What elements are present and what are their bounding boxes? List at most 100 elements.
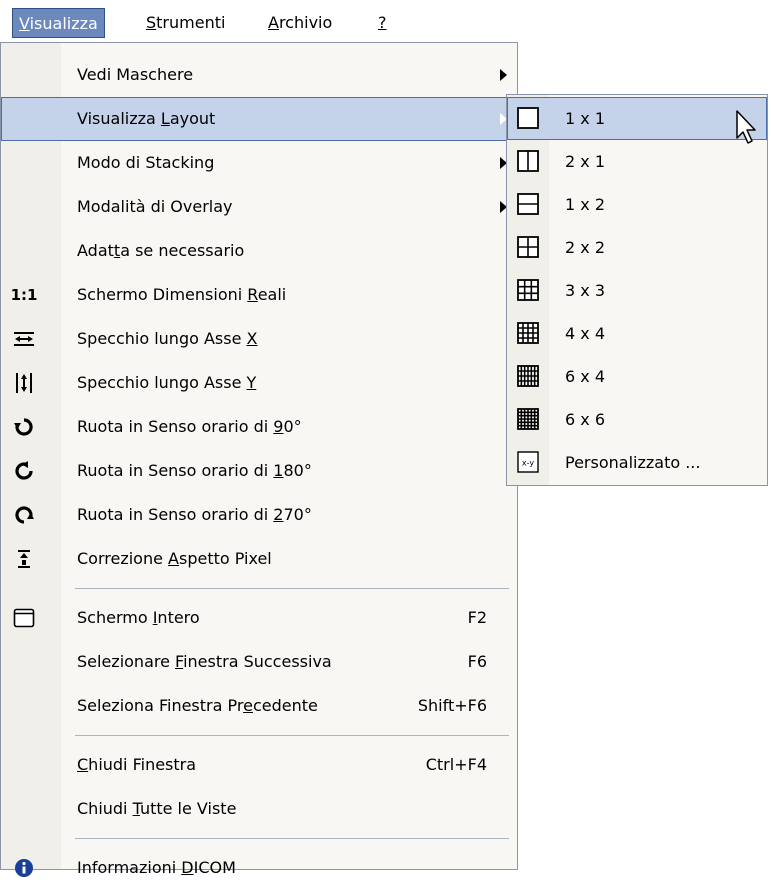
- menu-item-8[interactable]: Ruota in Senso orario di 90°: [1, 405, 517, 449]
- menu-separator: [75, 735, 509, 736]
- layout-6x4-icon: [517, 365, 539, 387]
- menu-item-20[interactable]: Informazioni DICOM: [1, 846, 517, 890]
- menubar-access-key: S: [146, 13, 157, 32]
- rotate-90-icon: [13, 417, 35, 437]
- menubar-item-2[interactable]: Archivio: [262, 8, 338, 38]
- menu-item-shortcut: Ctrl+F4: [425, 755, 487, 774]
- menu-item-label-access-key: X: [246, 329, 258, 348]
- menu-item-label: Modalità di Overlay: [77, 197, 233, 216]
- actual-size-icon: 1:1: [10, 286, 38, 304]
- menu-item-label-text: Ruota in Senso orario di: [77, 417, 274, 436]
- menu-item-label-access-key: F: [175, 652, 184, 671]
- menu-item-label-access-key: e: [243, 696, 253, 715]
- menu-item-label-text: Chiudi: [77, 799, 133, 818]
- menu-item-label: Seleziona Finestra Precedente: [77, 684, 318, 728]
- layout-option-label: Personalizzato ...: [565, 453, 701, 472]
- menu-item-17[interactable]: Chiudi Finestra Ctrl+F4: [1, 743, 517, 787]
- menu-item-label-access-key: C: [77, 755, 89, 774]
- menu-item-label: Selezionare Finestra Successiva: [77, 640, 332, 684]
- menu-item-4[interactable]: Adatta se necessario: [1, 229, 517, 273]
- layout-option-8[interactable]: x-y Personalizzato ...: [507, 441, 767, 484]
- layout-option-2[interactable]: 1 x 2: [507, 183, 767, 226]
- menubar-text-rest: rchivio: [278, 13, 333, 32]
- mirror-x-icon: [13, 329, 35, 349]
- menu-item-label-text-rest: ntero: [157, 608, 200, 627]
- menu-item-18[interactable]: Chiudi Tutte le Viste: [1, 787, 517, 831]
- menu-item-label-text: Seleziona Finestra Pr: [77, 696, 244, 715]
- menu-item-5[interactable]: 1:1 Schermo Dimensioni Reali: [1, 273, 517, 317]
- menu-item-1[interactable]: Visualizza Layout: [1, 97, 517, 141]
- menu-item-2[interactable]: Modo di Stacking: [1, 141, 517, 185]
- menubar-item-1[interactable]: Strumenti: [140, 8, 231, 38]
- menu-item-15[interactable]: Seleziona Finestra Precedente Shift+F6: [1, 684, 517, 728]
- layout-option-label: 6 x 4: [565, 367, 605, 386]
- menu-item-label: Ruota in Senso orario di 180°: [77, 449, 312, 493]
- menu-item-label-text-rest: inestra Successiva: [183, 652, 332, 671]
- menu-item-14[interactable]: Selezionare Finestra Successiva F6: [1, 640, 517, 684]
- rotate-180-icon: [13, 461, 35, 481]
- menu-item-11[interactable]: Correzione Aspetto Pixel: [1, 537, 517, 581]
- layout-3x3-icon: [517, 279, 539, 301]
- menu-separator: [75, 588, 509, 589]
- menu-item-label-text-rest: a se necessario: [120, 241, 245, 260]
- menu-item-label-text: Specchio lungo Asse: [77, 329, 247, 348]
- menu-item-label: Vedi Maschere: [77, 65, 194, 84]
- menu-item-7[interactable]: Specchio lungo Asse Y: [1, 361, 517, 405]
- menu-item-label-text: Informazioni: [77, 858, 182, 877]
- layout-option-3[interactable]: 2 x 2: [507, 226, 767, 269]
- menu-item-label-text-rest: ayout: [169, 109, 216, 128]
- layout-4x4-icon: [517, 322, 539, 344]
- layout-option-0[interactable]: 1 x 1: [507, 97, 767, 140]
- submenu-arrow-icon: [500, 69, 507, 81]
- layout-option-label: 1 x 2: [565, 195, 605, 214]
- menubar-item-0[interactable]: Visualizza: [12, 8, 105, 38]
- menu-item-label-text-rest: ICOM: [193, 858, 236, 877]
- layout-1x2-icon: [517, 193, 539, 215]
- layout-option-4[interactable]: 3 x 3: [507, 269, 767, 312]
- menu-item-label: Chiudi Tutte le Viste: [77, 787, 236, 831]
- layout-option-label: 3 x 3: [565, 281, 605, 300]
- menu-item-10[interactable]: Ruota in Senso orario di 270°: [1, 493, 517, 537]
- menu-item-9[interactable]: Ruota in Senso orario di 180°: [1, 449, 517, 493]
- menu-item-label-text-rest: cedente: [252, 696, 318, 715]
- menu-item-label: Informazioni DICOM: [77, 846, 236, 890]
- menu-item-label: Ruota in Senso orario di 90°: [77, 405, 302, 449]
- menubar-item-3[interactable]: ?: [372, 8, 393, 38]
- menubar-access-key: ?: [378, 13, 387, 32]
- view-menu: Vedi Maschere Visualizza Layout Modo di St…: [0, 42, 518, 877]
- menu-item-label-access-key: 2: [273, 505, 284, 524]
- menubar-text-rest: trumenti: [156, 13, 226, 32]
- menu-item-label-text-rest: utte le Viste: [139, 799, 237, 818]
- layout-option-7[interactable]: 6 x 6: [507, 398, 767, 441]
- layout-option-label: 6 x 6: [565, 410, 605, 429]
- menu-item-label-text: Correzione: [77, 549, 169, 568]
- menu-item-label-access-key: L: [160, 109, 170, 128]
- menu-item-label-text-rest: eali: [257, 285, 287, 304]
- menu-item-shortcut: F6: [467, 652, 487, 671]
- menu-item-label-access-key: 9: [273, 417, 284, 436]
- menu-item-label: Correzione Aspetto Pixel: [77, 537, 272, 581]
- menu-item-label: Schermo Intero: [77, 596, 200, 640]
- menu-item-label: Specchio lungo Asse X: [77, 317, 257, 361]
- fullscreen-icon: [13, 608, 35, 628]
- menu-item-label-access-key: A: [168, 549, 179, 568]
- menu-item-label-access-key: R: [247, 285, 258, 304]
- layout-option-6[interactable]: 6 x 4: [507, 355, 767, 398]
- layout-6x6-icon: [517, 408, 539, 430]
- menu-item-label-text: Ruota in Senso orario di: [77, 461, 274, 480]
- layout-option-5[interactable]: 4 x 4: [507, 312, 767, 355]
- menubar-text-rest: isualizza: [29, 14, 98, 33]
- menu-item-6[interactable]: Specchio lungo Asse X: [1, 317, 517, 361]
- layout-option-1[interactable]: 2 x 1: [507, 140, 767, 183]
- mouse-pointer-icon: [736, 110, 756, 144]
- menu-item-shortcut: F2: [467, 608, 487, 627]
- pixel-aspect-icon: [13, 549, 35, 569]
- menu-item-label: Modo di Stacking: [77, 153, 215, 172]
- menu-item-3[interactable]: Modalità di Overlay: [1, 185, 517, 229]
- menu-item-label-text-rest: 0°: [283, 417, 302, 436]
- menu-item-13[interactable]: Schermo Intero F2: [1, 596, 517, 640]
- menu-item-label-text-rest: spetto Pixel: [178, 549, 272, 568]
- menu-item-label-text-rest: 70°: [283, 505, 312, 524]
- svg-text:x-y: x-y: [522, 459, 534, 468]
- menu-item-0[interactable]: Vedi Maschere: [1, 53, 517, 97]
